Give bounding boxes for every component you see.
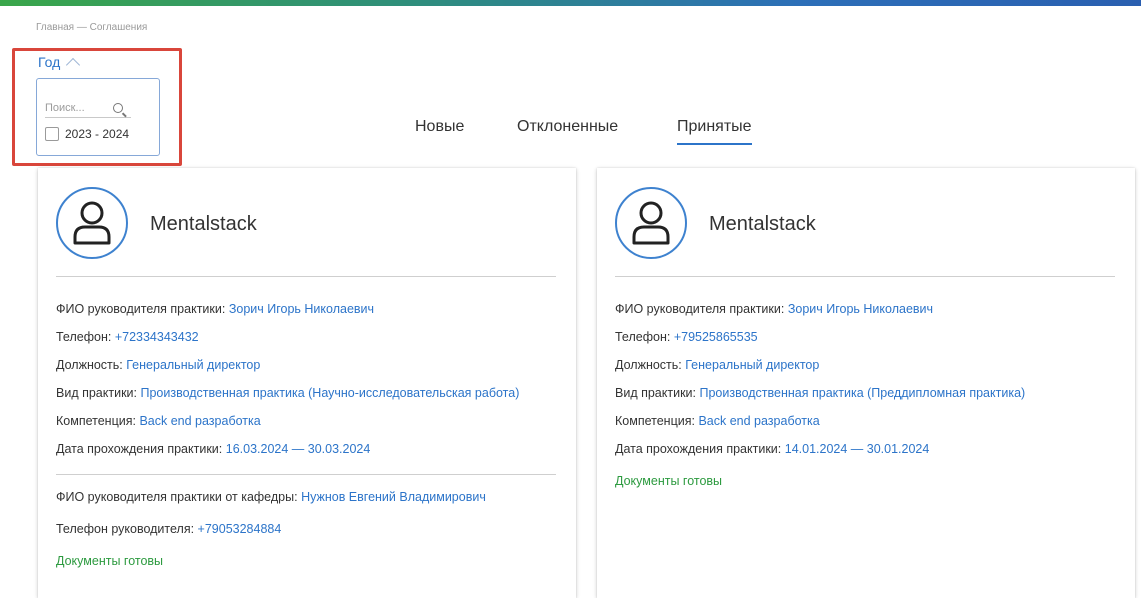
agreement-card: Mentalstack ФИО руководителя практики: З… — [597, 168, 1135, 598]
field-supervisor: ФИО руководителя практики: Зорич Игорь Н… — [56, 302, 375, 316]
chevron-up-icon — [66, 57, 81, 72]
user-icon — [632, 201, 670, 245]
field-position: Должность: Генеральный директор — [615, 358, 820, 372]
field-supervisor: ФИО руководителя практики: Зорич Игорь Н… — [615, 302, 934, 316]
field-phone: Телефон: +79525865535 — [615, 330, 758, 344]
field-phone: Телефон: +72334343432 — [56, 330, 199, 344]
divider — [56, 474, 556, 475]
field-competence: Компетенция: Back end разработка — [56, 414, 261, 428]
year-filter-dropdown: 2023 - 2024 — [36, 78, 160, 156]
top-accent-bar — [0, 0, 1141, 6]
tab-rejected[interactable]: Отклоненные — [517, 118, 618, 136]
year-option[interactable]: 2023 - 2024 — [45, 127, 129, 141]
divider — [615, 276, 1115, 277]
field-competence: Компетенция: Back end разработка — [615, 414, 820, 428]
status-badge: Документы готовы — [615, 474, 723, 488]
field-dept-phone: Телефон руководителя: +79053284884 — [56, 522, 282, 536]
tab-accepted[interactable]: Принятые — [677, 118, 752, 145]
breadcrumb[interactable]: Главная — Соглашения — [36, 22, 147, 33]
agreement-card: Mentalstack ФИО руководителя практики: З… — [38, 168, 576, 598]
avatar — [56, 187, 128, 259]
company-name: Mentalstack — [709, 213, 816, 235]
field-dates: Дата прохождения практики: 14.01.2024 — … — [615, 442, 930, 456]
year-search-input[interactable] — [45, 102, 109, 114]
user-icon — [73, 201, 111, 245]
year-filter-toggle[interactable]: Год — [38, 54, 81, 72]
field-practice-type: Вид практики: Производственная практика … — [56, 386, 520, 400]
field-position: Должность: Генеральный директор — [56, 358, 261, 372]
search-box — [45, 99, 131, 118]
avatar — [615, 187, 687, 259]
year-option-label: 2023 - 2024 — [65, 127, 130, 141]
company-name: Mentalstack — [150, 213, 257, 235]
search-icon[interactable] — [113, 103, 123, 113]
year-filter-label: Год — [38, 54, 61, 70]
tab-new[interactable]: Новые — [415, 118, 464, 136]
status-badge: Документы готовы — [56, 554, 164, 568]
field-dates: Дата прохождения практики: 16.03.2024 — … — [56, 442, 371, 456]
field-practice-type: Вид практики: Производственная практика … — [615, 386, 1026, 400]
field-dept-supervisor: ФИО руководителя практики от кафедры: Ну… — [56, 490, 486, 504]
divider — [56, 276, 556, 277]
year-option-checkbox[interactable] — [45, 127, 59, 141]
